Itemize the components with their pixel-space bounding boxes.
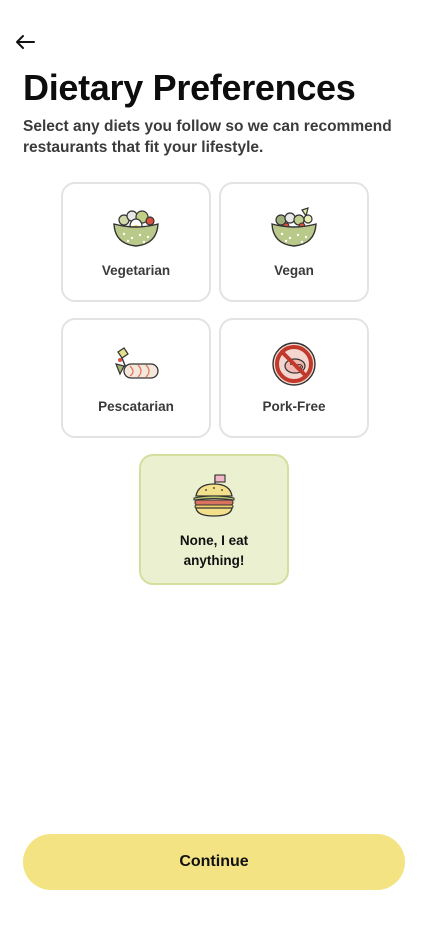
- no-pork-icon: [272, 342, 316, 386]
- continue-button[interactable]: Continue: [23, 834, 405, 890]
- arrow-left-icon: [16, 35, 35, 49]
- back-button[interactable]: [10, 28, 40, 56]
- option-vegetarian[interactable]: Vegetarian: [61, 182, 211, 302]
- option-label: Vegetarian: [101, 263, 171, 278]
- option-label: Pescatarian: [98, 399, 174, 414]
- page-title: Dietary Preferences: [23, 67, 356, 108]
- vegan-bowl-icon: [271, 207, 317, 247]
- burger-icon: [193, 474, 235, 517]
- option-vegan[interactable]: Vegan: [219, 182, 369, 302]
- option-label: None, I eat anything!: [179, 533, 249, 568]
- sushi-roll-icon: [115, 347, 159, 379]
- option-pork-free[interactable]: Pork-Free: [219, 318, 369, 438]
- option-label: Vegan: [274, 263, 314, 278]
- salad-bowl-icon: [113, 210, 159, 247]
- option-none[interactable]: None, I eat anything!: [139, 454, 289, 585]
- option-label: Pork-Free: [262, 399, 326, 414]
- option-pescatarian[interactable]: Pescatarian: [61, 318, 211, 438]
- page-subtitle: Select any diets you follow so we can re…: [23, 118, 392, 156]
